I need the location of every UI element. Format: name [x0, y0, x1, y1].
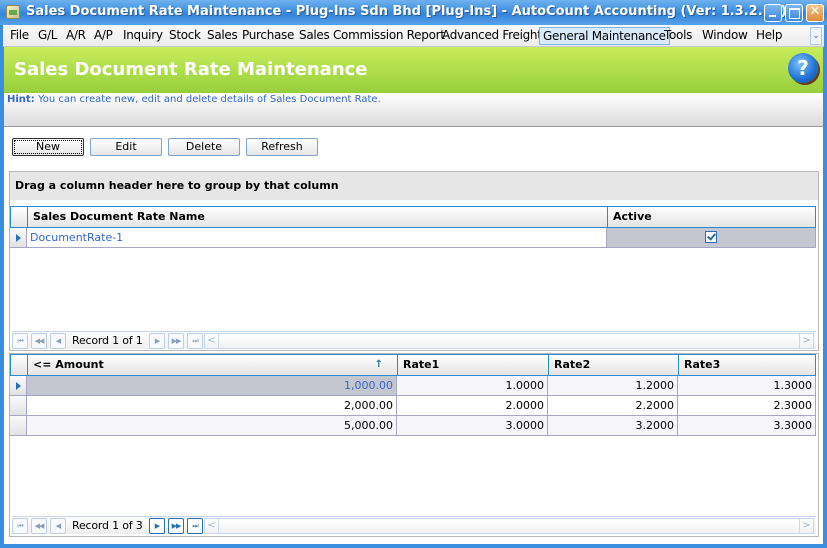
rate3-cell[interactable]: 1.3000	[678, 376, 816, 396]
rate1-cell[interactable]: 2.0000	[397, 396, 548, 416]
hint-bar: Hint: You can create new, edit and delet…	[4, 93, 823, 127]
maximize-button[interactable]	[785, 4, 803, 22]
app-window: Sales Document Rate Maintenance - Plug-I…	[0, 0, 827, 548]
column-header-rate2[interactable]: Rate2	[549, 355, 679, 375]
menu-tools[interactable]: Tools	[661, 28, 695, 44]
delete-button[interactable]: Delete	[168, 138, 240, 156]
last-record-icon[interactable]: ⏭	[187, 333, 203, 349]
hint-text: You can create new, edit and delete deta…	[38, 94, 381, 105]
menu-file[interactable]: File	[7, 28, 32, 44]
scroll-right-icon[interactable]: >	[799, 519, 813, 533]
detail-navigator: ⏮ ◀◀ ◀ Record 1 of 3 ▶ ▶▶ ⏭ < >	[12, 516, 816, 534]
column-header-amount[interactable]: <= Amount ↑	[28, 355, 398, 375]
horizontal-scrollbar[interactable]: < >	[204, 518, 814, 534]
menu-general-maintenance[interactable]: General Maintenance	[539, 27, 670, 45]
master-grid-header: Sales Document Rate Name Active	[10, 206, 816, 228]
amount-header-label: <= Amount	[33, 358, 104, 371]
menu-gl[interactable]: G/L	[35, 28, 60, 44]
record-counter: Record 1 of 3	[72, 519, 143, 532]
row-indicator	[10, 376, 27, 396]
next-record-icon[interactable]: ▶	[149, 333, 165, 349]
prev-page-icon[interactable]: ◀◀	[31, 333, 47, 349]
master-grid: Drag a column header here to group by th…	[9, 171, 819, 351]
hint-label: Hint:	[7, 94, 35, 105]
current-row-arrow-icon	[16, 382, 21, 390]
scroll-right-icon[interactable]: >	[799, 334, 813, 348]
app-icon	[6, 5, 20, 19]
row-indicator	[10, 416, 27, 436]
minimize-button[interactable]	[764, 4, 782, 22]
next-page-icon[interactable]: ▶▶	[168, 333, 184, 349]
next-record-icon[interactable]: ▶	[149, 518, 165, 534]
horizontal-scrollbar[interactable]: < >	[204, 333, 814, 349]
new-button[interactable]: New	[12, 138, 84, 156]
refresh-button[interactable]: Refresh	[246, 138, 318, 156]
page-banner: Sales Document Rate Maintenance ?	[4, 47, 823, 93]
first-record-icon[interactable]: ⏮	[12, 333, 28, 349]
page-title: Sales Document Rate Maintenance	[14, 59, 368, 80]
menu-ar[interactable]: A/R	[63, 28, 89, 44]
row-indicator	[10, 228, 27, 248]
row-indicator-header	[11, 207, 28, 227]
master-navigator: ⏮ ◀◀ ◀ Record 1 of 1 ▶ ▶▶ ⏭ < >	[12, 331, 816, 349]
group-by-area[interactable]: Drag a column header here to group by th…	[10, 172, 818, 200]
table-row[interactable]: DocumentRate-1	[10, 228, 816, 248]
column-header-rate3[interactable]: Rate3	[679, 355, 815, 375]
menu-bar: File G/L A/R A/P Inquiry Stock Sales Pur…	[3, 25, 824, 47]
menu-overflow-chevron-icon[interactable]: ⌄	[810, 27, 822, 45]
active-cell[interactable]	[607, 228, 816, 248]
rate2-cell[interactable]: 2.2000	[548, 396, 678, 416]
menu-sales-commission-report[interactable]: Sales Commission Report	[296, 28, 448, 44]
detail-grid-header: <= Amount ↑ Rate1 Rate2 Rate3	[10, 354, 816, 376]
rate3-cell[interactable]: 2.3000	[678, 396, 816, 416]
detail-grid: <= Amount ↑ Rate1 Rate2 Rate3 1,000.00 1…	[9, 353, 819, 537]
rate2-cell[interactable]: 1.2000	[548, 376, 678, 396]
group-by-hint: Drag a column header here to group by th…	[15, 179, 339, 192]
menu-advanced-freight[interactable]: Advanced Freight	[439, 28, 545, 44]
window-title: Sales Document Rate Maintenance - Plug-I…	[26, 4, 787, 19]
last-record-icon[interactable]: ⏭	[187, 518, 203, 534]
title-bar: Sales Document Rate Maintenance - Plug-I…	[0, 0, 827, 25]
scroll-left-icon[interactable]: <	[205, 519, 219, 533]
column-header-active[interactable]: Active	[608, 207, 815, 227]
rate3-cell[interactable]: 3.3000	[678, 416, 816, 436]
edit-button[interactable]: Edit	[90, 138, 162, 156]
first-record-icon[interactable]: ⏮	[12, 518, 28, 534]
menu-purchase[interactable]: Purchase	[239, 28, 297, 44]
table-row[interactable]: 5,000.00 3.0000 3.2000 3.3000	[10, 416, 816, 436]
menu-inquiry[interactable]: Inquiry	[120, 28, 166, 44]
menu-sales[interactable]: Sales	[204, 28, 240, 44]
menu-window[interactable]: Window	[699, 28, 751, 44]
prev-page-icon[interactable]: ◀◀	[31, 518, 47, 534]
amount-cell[interactable]: 2,000.00	[27, 396, 397, 416]
record-counter: Record 1 of 1	[72, 334, 143, 347]
menu-ap[interactable]: A/P	[91, 28, 116, 44]
column-header-rate-name[interactable]: Sales Document Rate Name	[28, 207, 608, 227]
current-row-arrow-icon	[16, 234, 21, 242]
menu-stock[interactable]: Stock	[166, 28, 204, 44]
menu-help[interactable]: Help	[753, 28, 785, 44]
rate2-cell[interactable]: 3.2000	[548, 416, 678, 436]
scroll-left-icon[interactable]: <	[205, 334, 219, 348]
rate1-cell[interactable]: 1.0000	[397, 376, 548, 396]
column-header-rate1[interactable]: Rate1	[398, 355, 549, 375]
rate-name-cell[interactable]: DocumentRate-1	[27, 228, 607, 248]
next-page-icon[interactable]: ▶▶	[168, 518, 184, 534]
amount-cell[interactable]: 1,000.00	[27, 376, 397, 396]
main-content: Sales Document Rate Maintenance ? Hint: …	[4, 47, 823, 544]
prev-record-icon[interactable]: ◀	[50, 518, 66, 534]
table-row[interactable]: 1,000.00 1.0000 1.2000 1.3000	[10, 376, 816, 396]
close-button[interactable]: ✕	[806, 4, 824, 22]
close-icon: ✕	[809, 4, 821, 19]
row-indicator-header	[11, 355, 28, 375]
table-row[interactable]: 2,000.00 2.0000 2.2000 2.3000	[10, 396, 816, 416]
prev-record-icon[interactable]: ◀	[50, 333, 66, 349]
sort-ascending-icon: ↑	[374, 359, 383, 370]
row-indicator	[10, 396, 27, 416]
rate1-cell[interactable]: 3.0000	[397, 416, 548, 436]
active-checkbox[interactable]	[705, 231, 717, 243]
help-icon[interactable]: ?	[788, 53, 818, 83]
amount-cell[interactable]: 5,000.00	[27, 416, 397, 436]
